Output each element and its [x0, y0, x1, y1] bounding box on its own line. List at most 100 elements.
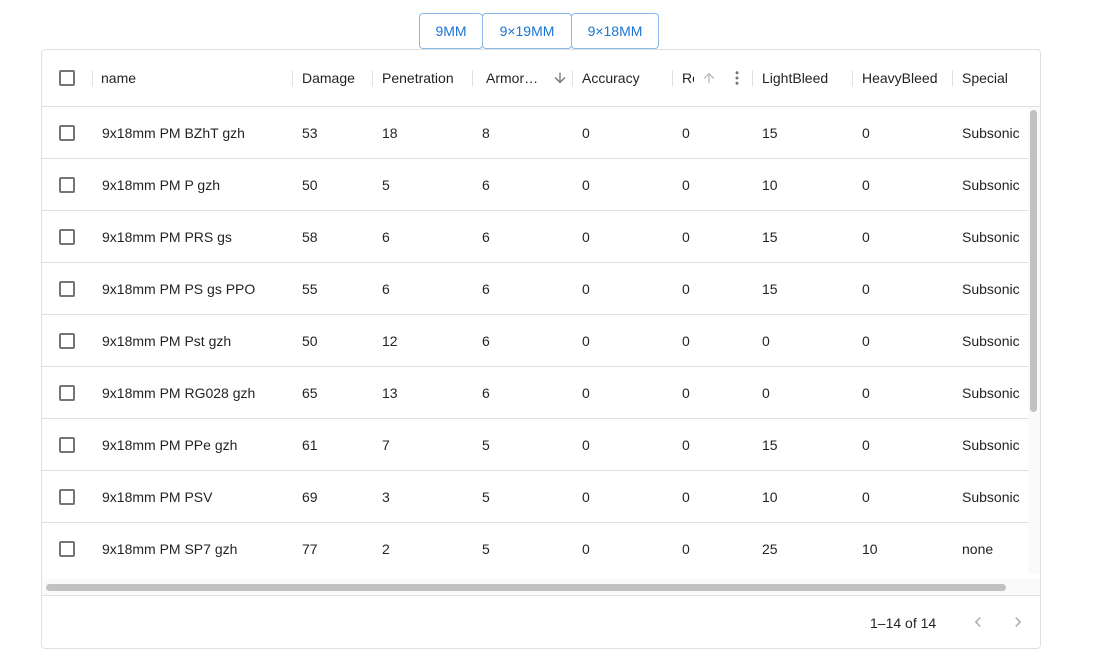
column-header-armor[interactable]: Armor…	[486, 50, 570, 106]
cell-heavybleed: 0	[862, 124, 870, 141]
row-checkbox-cell	[59, 419, 75, 470]
row-checkbox-cell	[59, 263, 75, 314]
more-vert-icon[interactable]	[728, 69, 746, 90]
arrow-down-icon[interactable]	[552, 70, 568, 89]
cell-damage: 50	[302, 332, 318, 349]
grid-body: 9x18mm PM BZhT gzh 53 18 8 0 0 15 0 Subsonic 9x18…	[42, 107, 1028, 574]
vertical-scrollbar-thumb[interactable]	[1030, 110, 1037, 412]
cell-heavybleed: 0	[862, 332, 870, 349]
column-header-lightbleed[interactable]: LightBleed	[762, 50, 852, 106]
column-header-special[interactable]: Special	[962, 50, 1032, 106]
column-separator[interactable]	[672, 70, 673, 86]
toggle-9mm-button[interactable]: 9MM	[419, 13, 483, 49]
column-separator[interactable]	[372, 70, 373, 86]
select-all-checkbox-cell	[59, 50, 75, 106]
column-separator[interactable]	[952, 70, 953, 86]
cell-damage: 55	[302, 280, 318, 297]
cell-heavybleed: 0	[862, 176, 870, 193]
table-row[interactable]: 9x18mm PM P gzh 50 5 6 0 0 10 0 Subsonic	[42, 159, 1028, 211]
cell-penetration: 2	[382, 540, 390, 557]
row-checkbox[interactable]	[59, 124, 75, 141]
row-checkbox[interactable]	[59, 540, 75, 557]
row-checkbox-cell	[59, 523, 75, 574]
cell-accuracy: 0	[582, 280, 590, 297]
cell-damage: 58	[302, 228, 318, 245]
cell-damage: 65	[302, 384, 318, 401]
column-separator[interactable]	[472, 70, 473, 86]
row-checkbox[interactable]	[59, 176, 75, 193]
row-checkbox[interactable]	[59, 332, 75, 349]
table-row[interactable]: 9x18mm PM PS gs PPO 55 6 6 0 0 15 0 Subsonic	[42, 263, 1028, 315]
table-row[interactable]: 9x18mm PM PPe gzh 61 7 5 0 0 15 0 Subsonic	[42, 419, 1028, 471]
cell-special: Subsonic	[962, 280, 1020, 297]
row-checkbox[interactable]	[59, 228, 75, 245]
cell-armor: 5	[482, 436, 490, 453]
cell-heavybleed: 0	[862, 228, 870, 245]
toggle-9x19mm-button[interactable]: 9×19MM	[482, 13, 572, 49]
table-row[interactable]: 9x18mm PM SP7 gzh 77 2 5 0 0 25 10 none	[42, 523, 1028, 574]
cell-armor: 6	[482, 176, 490, 193]
column-header-recoil[interactable]: Re	[682, 50, 694, 106]
cell-lightbleed: 10	[762, 488, 778, 505]
column-separator[interactable]	[92, 70, 93, 86]
cell-name: 9x18mm PM RG028 gzh	[102, 384, 256, 401]
cell-accuracy: 0	[582, 540, 590, 557]
column-header-name[interactable]: name	[101, 50, 291, 106]
column-header-label: Armor…	[486, 70, 539, 86]
grid-header: name Damage Penetration Armor… Accuracy …	[42, 50, 1040, 107]
cell-armor: 5	[482, 488, 490, 505]
cell-lightbleed: 15	[762, 228, 778, 245]
cell-recoil: 0	[682, 488, 690, 505]
select-all-checkbox[interactable]	[59, 70, 75, 86]
cell-special: Subsonic	[962, 436, 1020, 453]
row-checkbox[interactable]	[59, 384, 75, 401]
cell-heavybleed: 0	[862, 280, 870, 297]
cell-damage: 69	[302, 488, 318, 505]
table-row[interactable]: 9x18mm PM PRS gs 58 6 6 0 0 15 0 Subsonic	[42, 211, 1028, 263]
cell-penetration: 18	[382, 124, 398, 141]
column-header-accuracy[interactable]: Accuracy	[582, 50, 672, 106]
column-separator[interactable]	[292, 70, 293, 86]
row-checkbox[interactable]	[59, 436, 75, 453]
cell-name: 9x18mm PM PSV	[102, 488, 213, 505]
table-row[interactable]: 9x18mm PM BZhT gzh 53 18 8 0 0 15 0 Subsonic	[42, 107, 1028, 159]
cell-heavybleed: 0	[862, 436, 870, 453]
cell-special: Subsonic	[962, 228, 1020, 245]
arrow-up-icon[interactable]	[701, 70, 717, 89]
table-row[interactable]: 9x18mm PM Pst gzh 50 12 6 0 0 0 0 Subsonic	[42, 315, 1028, 367]
table-row[interactable]: 9x18mm PM PSV 69 3 5 0 0 10 0 Subsonic	[42, 471, 1028, 523]
column-header-penetration[interactable]: Penetration	[382, 50, 472, 106]
row-checkbox[interactable]	[59, 280, 75, 297]
cell-armor: 6	[482, 228, 490, 245]
cell-recoil: 0	[682, 540, 690, 557]
cell-accuracy: 0	[582, 436, 590, 453]
pagination-label: 1–14 of 14	[870, 614, 937, 631]
cell-recoil: 0	[682, 124, 690, 141]
cell-heavybleed: 10	[862, 540, 878, 557]
cell-armor: 6	[482, 332, 490, 349]
column-separator[interactable]	[572, 70, 573, 86]
cell-special: Subsonic	[962, 176, 1020, 193]
table-row[interactable]: 9x18mm PM RG028 gzh 65 13 6 0 0 0 0 Subsonic	[42, 367, 1028, 419]
cell-lightbleed: 15	[762, 124, 778, 141]
cell-damage: 53	[302, 124, 318, 141]
cell-armor: 8	[482, 124, 490, 141]
chevron-right-icon[interactable]	[1004, 608, 1032, 636]
row-checkbox[interactable]	[59, 488, 75, 505]
toggle-9x18mm-button[interactable]: 9×18MM	[571, 13, 659, 49]
cell-lightbleed: 15	[762, 280, 778, 297]
cell-recoil: 0	[682, 280, 690, 297]
horizontal-scrollbar-thumb[interactable]	[46, 584, 1006, 591]
column-header-damage[interactable]: Damage	[302, 50, 372, 106]
cell-accuracy: 0	[582, 124, 590, 141]
column-header-heavybleed[interactable]: HeavyBleed	[862, 50, 952, 106]
chevron-left-icon[interactable]	[964, 608, 992, 636]
column-separator[interactable]	[852, 70, 853, 86]
column-separator[interactable]	[752, 70, 753, 86]
cell-lightbleed: 0	[762, 332, 770, 349]
cell-name: 9x18mm PM PPe gzh	[102, 436, 238, 453]
cell-lightbleed: 25	[762, 540, 778, 557]
column-header-label: Special	[962, 70, 1008, 86]
column-header-label: name	[101, 70, 137, 86]
row-checkbox-cell	[59, 367, 75, 418]
